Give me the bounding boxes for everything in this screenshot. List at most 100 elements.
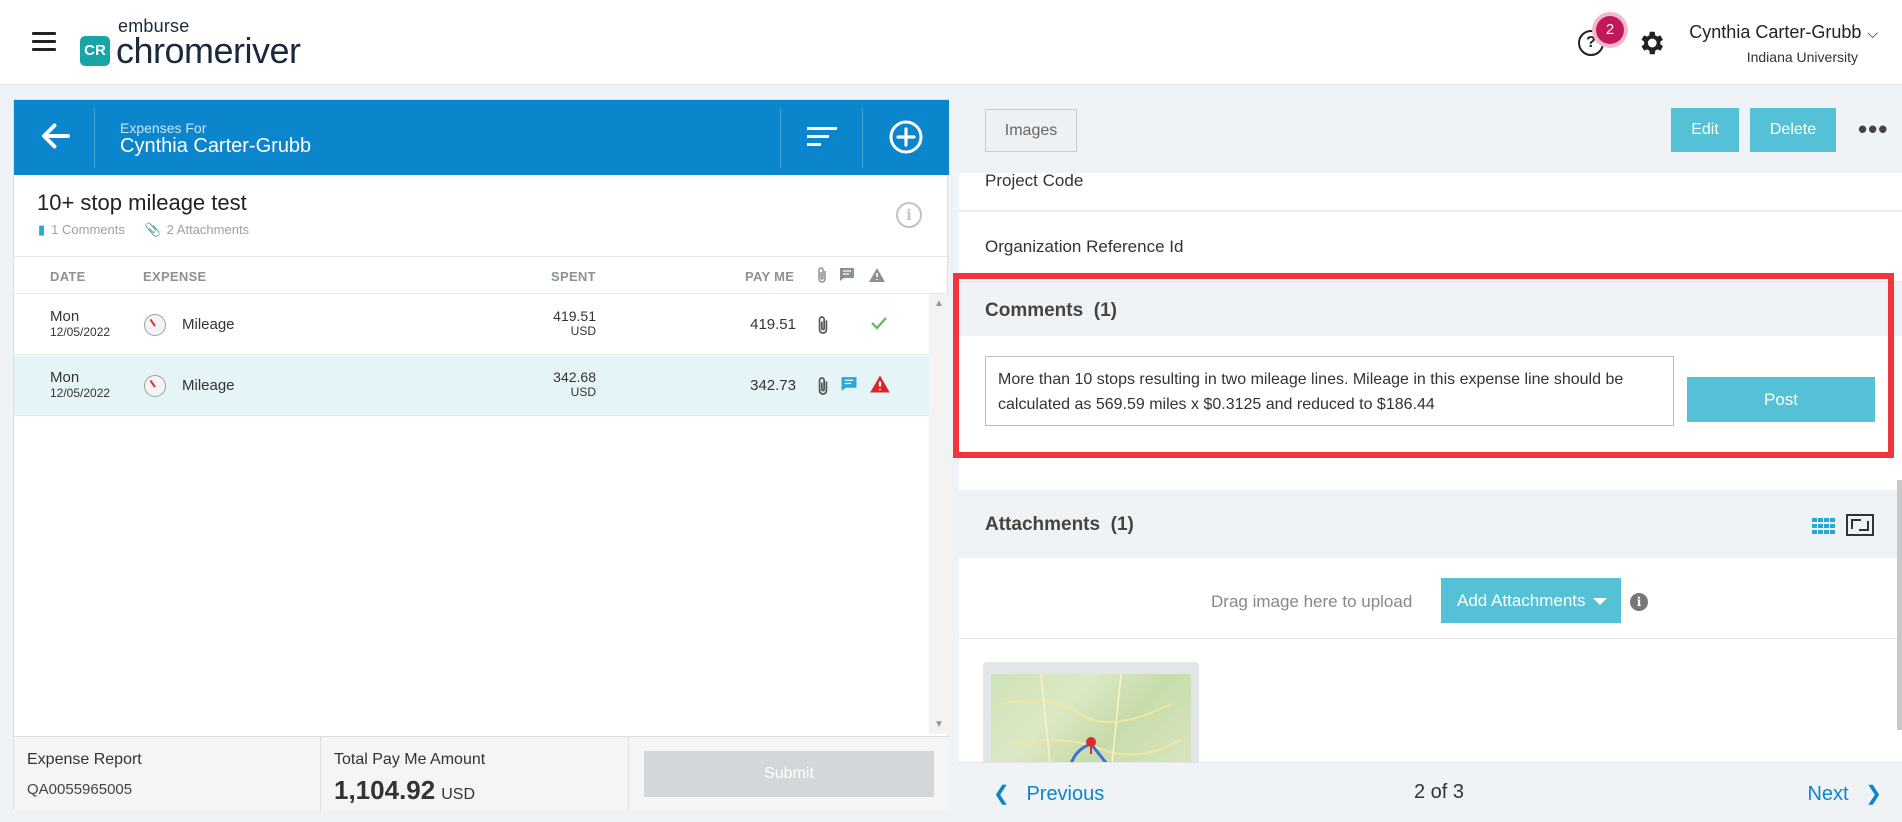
pager: ❮ Previous 2 of 3 Next ❯ — [959, 762, 1902, 822]
paperclip-icon: 📎 — [144, 222, 161, 237]
row-pay-me: 342.73 — [750, 377, 796, 394]
chevron-down-icon: ⌵ — [1867, 25, 1878, 41]
logo-mark-icon: CR — [80, 36, 110, 66]
list-scrollbar[interactable]: ▲ ▼ — [929, 294, 949, 734]
next-label: Next — [1807, 783, 1849, 805]
row-spent-currency: USD — [570, 385, 596, 399]
add-attachments-button[interactable]: Add Attachments — [1441, 578, 1621, 623]
add-expense-icon[interactable] — [888, 119, 924, 155]
table-header: DATE EXPENSE SPENT PAY ME — [14, 256, 949, 294]
info-icon[interactable]: i — [1630, 593, 1648, 611]
check-icon — [871, 317, 887, 330]
header-divider — [862, 108, 863, 168]
comment-icon[interactable] — [840, 376, 858, 392]
user-name: Cynthia Carter-Grubb — [1689, 22, 1862, 42]
total-cell: Total Pay Me Amount 1,104.92 USD — [321, 737, 629, 812]
row-pay-me: 419.51 — [750, 316, 796, 333]
column-pay-me: PAY ME — [745, 269, 795, 284]
row-date: 12/05/2022 — [50, 386, 111, 400]
map-image — [991, 673, 1191, 770]
delete-button[interactable]: Delete — [1750, 108, 1836, 152]
sort-icon[interactable] — [807, 126, 837, 148]
gear-icon[interactable] — [1636, 28, 1666, 58]
report-id-cell: Expense Report QA0055965005 — [14, 737, 321, 812]
page-scrollbar[interactable] — [1897, 480, 1902, 730]
comments-count[interactable]: 1 Comments — [51, 222, 125, 237]
row-spent-amount: 342.68 — [553, 369, 596, 385]
previous-label: Previous — [1026, 783, 1105, 805]
back-arrow-icon[interactable] — [38, 118, 74, 154]
mileage-gauge-icon — [144, 314, 166, 336]
report-footer: Expense Report QA0055965005 Total Pay Me… — [14, 736, 949, 812]
warning-icon[interactable] — [869, 374, 891, 394]
row-spent-amount: 419.51 — [553, 308, 596, 324]
row-expense: Mileage — [182, 377, 235, 394]
mileage-gauge-icon — [144, 375, 166, 397]
expense-owner-name: Cynthia Carter-Grubb — [120, 135, 312, 157]
column-expense: EXPENSE — [143, 269, 207, 284]
scroll-down-icon[interactable]: ▼ — [934, 719, 944, 730]
column-date: DATE — [50, 269, 86, 284]
caret-down-icon — [1593, 598, 1607, 605]
row-expense: Mileage — [182, 316, 235, 333]
table-row[interactable]: Mon 12/05/2022 Mileage 419.51 USD 419.51 — [14, 295, 929, 355]
comment-column-icon — [840, 268, 854, 281]
add-attachments-label: Add Attachments — [1457, 591, 1586, 610]
scroll-up-icon[interactable]: ▲ — [934, 298, 944, 309]
row-day: Mon — [50, 369, 80, 386]
top-bar: emburse CR chromeriver ? 2 Cynthia Carte… — [0, 0, 1902, 85]
divider — [959, 638, 1902, 639]
org-reference-field[interactable]: Organization Reference Id — [959, 212, 1902, 282]
grid-view-icon[interactable] — [1812, 518, 1836, 534]
attachments-title: Attachments (1) — [985, 514, 1134, 535]
previous-link[interactable]: ❮ Previous — [993, 781, 1104, 806]
pager-position: 2 of 3 — [1414, 781, 1465, 803]
images-button[interactable]: Images — [985, 109, 1077, 152]
table-row[interactable]: Mon 12/05/2022 Mileage 342.68 USD 342.73 — [14, 356, 929, 416]
post-button[interactable]: Post — [1687, 377, 1875, 422]
chevron-right-icon: ❯ — [1865, 783, 1882, 805]
logo-brand-text: chromeriver — [116, 30, 301, 71]
report-label: Expense Report — [27, 751, 142, 768]
fullscreen-icon[interactable] — [1846, 514, 1874, 536]
row-spent: 342.68 USD — [514, 369, 596, 399]
attachment-thumbnail[interactable] — [983, 662, 1199, 770]
user-menu[interactable]: Cynthia Carter-Grubb ⌵ Indiana University — [1689, 22, 1878, 65]
warning-column-icon — [869, 268, 885, 282]
menu-icon[interactable] — [32, 32, 56, 52]
user-org: Indiana University — [1746, 49, 1858, 65]
next-link[interactable]: Next ❯ — [1807, 781, 1882, 806]
report-id: QA0055965005 — [27, 781, 133, 798]
info-icon[interactable]: i — [896, 202, 922, 228]
paperclip-icon[interactable] — [815, 375, 831, 397]
chevron-left-icon: ❮ — [993, 783, 1010, 805]
map-route-graphic — [1000, 673, 1182, 770]
edit-button[interactable]: Edit — [1671, 108, 1739, 152]
row-date: 12/05/2022 — [50, 325, 111, 339]
submit-button[interactable]: Submit — [644, 751, 934, 797]
attachments-count[interactable]: 2 Attachments — [167, 222, 249, 237]
attachments-header: Attachments (1) — [959, 490, 1902, 558]
total-currency: USD — [441, 786, 475, 803]
paperclip-column-icon — [818, 267, 826, 283]
column-spent: SPENT — [551, 269, 596, 284]
chromeriver-logo[interactable]: emburse CR chromeriver — [80, 16, 320, 72]
total-value: 1,104.92 — [334, 775, 436, 805]
more-options-icon[interactable]: ••• — [1858, 114, 1888, 145]
total-label: Total Pay Me Amount — [334, 751, 486, 768]
project-code-field[interactable]: Project Code — [959, 173, 1902, 211]
expense-list-header: Expenses For Cynthia Carter-Grubb — [14, 100, 949, 175]
drag-upload-text: Drag image here to upload — [1211, 592, 1413, 611]
org-reference-label: Organization Reference Id — [985, 237, 1184, 256]
expense-list-panel: Expenses For Cynthia Carter-Grubb 10+ st… — [13, 99, 949, 812]
total-amount: 1,104.92 USD — [334, 775, 475, 806]
notification-badge[interactable]: 2 — [1596, 16, 1624, 44]
paperclip-icon[interactable] — [815, 314, 831, 336]
header-divider — [780, 108, 781, 168]
attachments-section: Attachments (1) Drag image here to uploa… — [959, 490, 1902, 770]
report-meta: ▮ 1 Comments 📎 2 Attachments — [38, 222, 265, 238]
row-day: Mon — [50, 308, 80, 325]
project-code-label: Project Code — [985, 173, 1084, 190]
report-title: 10+ stop mileage test — [37, 190, 247, 215]
comment-input[interactable]: More than 10 stops resulting in two mile… — [985, 356, 1674, 426]
